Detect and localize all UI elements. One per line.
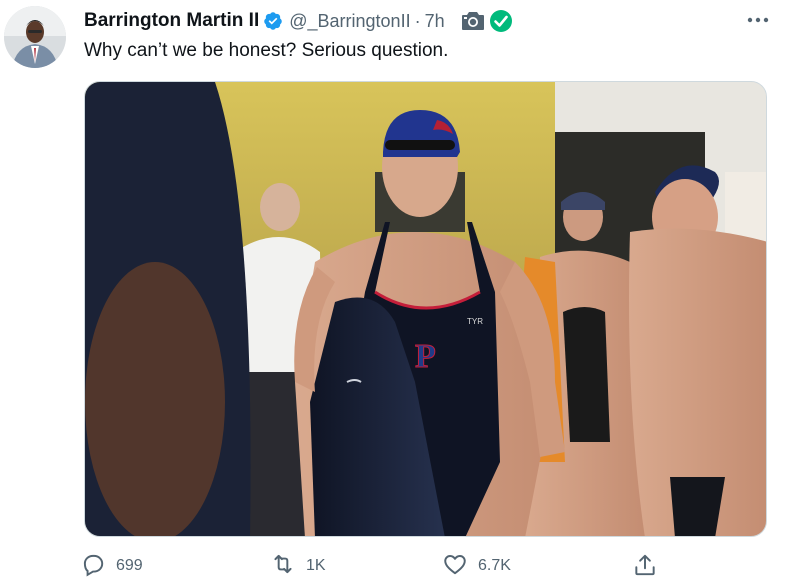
camera-icon — [461, 11, 485, 31]
retweet-count: 1K — [306, 557, 326, 574]
svg-text:TYR: TYR — [467, 317, 483, 326]
more-button[interactable] — [744, 8, 772, 30]
reply-button[interactable]: 699 — [80, 552, 143, 580]
suit-logo: P — [415, 338, 436, 375]
retweet-button[interactable]: 1K — [270, 552, 326, 580]
verified-badge-icon — [263, 11, 283, 31]
author-handle[interactable]: @_BarringtonII — [289, 11, 410, 32]
like-count: 6.7K — [478, 557, 511, 574]
tweet-actions: 699 1K 6.7K — [80, 552, 680, 580]
tweet-time[interactable]: 7h — [425, 11, 445, 32]
like-button[interactable]: 6.7K — [442, 552, 511, 580]
header-separator: · — [414, 10, 421, 31]
author-name[interactable]: Barrington Martin II — [84, 10, 259, 32]
green-check-icon — [489, 9, 513, 33]
share-icon — [632, 554, 658, 582]
tweet-text: Why can’t we be honest? Serious question… — [84, 40, 449, 61]
more-icon — [747, 10, 769, 28]
reply-count: 699 — [116, 557, 143, 574]
share-button[interactable] — [632, 552, 660, 580]
tweet-photo[interactable]: P TYR — [84, 81, 767, 537]
reply-icon — [80, 551, 106, 582]
avatar[interactable] — [4, 6, 66, 68]
tweet-header: Barrington Martin II @_BarringtonII · 7h — [84, 8, 764, 34]
like-icon — [442, 551, 468, 582]
tweet: Barrington Martin II @_BarringtonII · 7h — [0, 0, 794, 586]
retweet-icon — [270, 551, 296, 582]
